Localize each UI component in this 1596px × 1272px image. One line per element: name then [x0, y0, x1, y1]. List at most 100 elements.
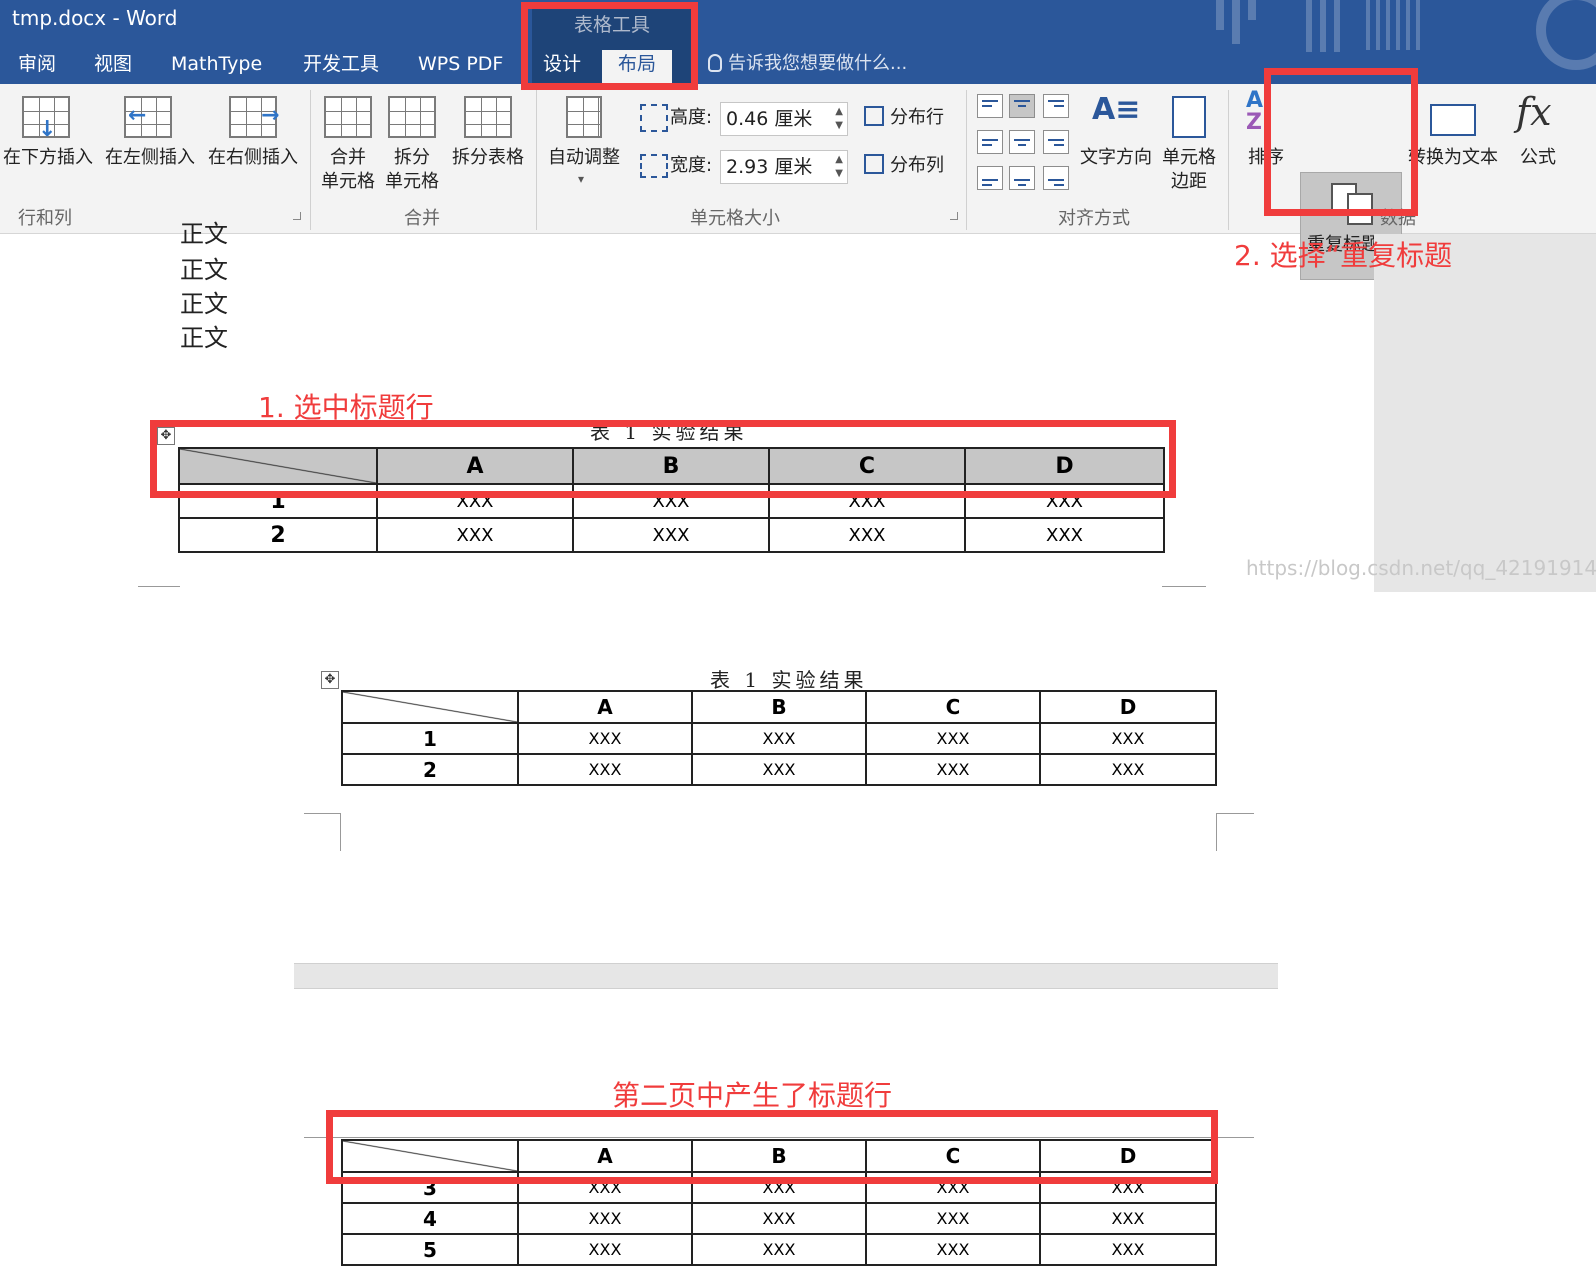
row-id-cell[interactable]: 1: [341, 722, 519, 755]
page-corner-mark: [138, 586, 180, 592]
table-cell[interactable]: XXX: [865, 722, 1041, 755]
document-background: [1374, 234, 1596, 592]
table-cell[interactable]: XXX: [517, 1202, 693, 1235]
split-table-button[interactable]: 拆分表格: [446, 90, 530, 170]
table-cell[interactable]: XXX: [691, 1233, 867, 1266]
table-cell[interactable]: XXX: [376, 517, 574, 553]
insert-below-icon: ↓: [22, 96, 70, 141]
table-cell[interactable]: XXX: [1039, 1202, 1217, 1235]
highlight-box-table-tools: [521, 2, 698, 90]
merge-cells-button[interactable]: 合并 单元格: [318, 90, 378, 200]
header-cell[interactable]: A: [517, 690, 693, 724]
cell-margins-button[interactable]: 单元格 边距: [1158, 90, 1220, 200]
group-label-alignment: 对齐方式: [1058, 208, 1130, 229]
insert-left-button[interactable]: ← 在左侧插入: [100, 90, 200, 170]
highlight-box-repeat-header: [1264, 68, 1418, 216]
table-row[interactable]: 5 XXX XXX XXX XXX: [341, 1233, 1217, 1266]
align-bottom-center-button[interactable]: [1009, 166, 1035, 190]
autofit-button[interactable]: 自动调整 ▾: [542, 90, 626, 200]
align-top-left-button[interactable]: [977, 94, 1003, 118]
tell-me-box[interactable]: 告诉我您想要做什么...: [708, 50, 907, 78]
tab-review[interactable]: 审阅: [18, 50, 56, 84]
table-cell[interactable]: XXX: [1039, 722, 1217, 755]
table-row[interactable]: 4 XXX XXX XXX XXX: [341, 1202, 1217, 1235]
row-id-cell[interactable]: 5: [341, 1233, 519, 1266]
table-cell[interactable]: XXX: [691, 753, 867, 786]
tab-developer[interactable]: 开发工具: [303, 50, 379, 84]
table-cell[interactable]: XXX: [768, 517, 966, 553]
align-top-center-button[interactable]: [1009, 94, 1035, 118]
table-cell[interactable]: XXX: [964, 517, 1165, 553]
table-header-row[interactable]: A B C D: [341, 690, 1217, 724]
spinner-icon[interactable]: ▲ ▼: [835, 153, 843, 181]
insert-right-button[interactable]: → 在右侧插入: [203, 90, 303, 170]
results-table-preview[interactable]: A B C D 1 XXX XXX XXX XXX 2 XXX XXX XXX …: [341, 690, 1217, 786]
insert-below-button[interactable]: ↓ 在下方插入: [0, 90, 98, 170]
tab-view[interactable]: 视图: [94, 50, 132, 84]
align-bottom-right-button[interactable]: [1043, 166, 1069, 190]
align-middle-center-button[interactable]: [1009, 130, 1035, 154]
split-cells-button[interactable]: 拆分 单元格: [382, 90, 442, 200]
table-cell[interactable]: XXX: [691, 722, 867, 755]
header-cell[interactable]: D: [1039, 690, 1217, 724]
convert-to-text-button[interactable]: 转换为文本: [1404, 90, 1502, 170]
row-height-icon: [640, 104, 668, 132]
table-caption[interactable]: 表 1 实验结果: [710, 664, 867, 693]
align-middle-left-button[interactable]: [977, 130, 1003, 154]
row-id-cell[interactable]: 2: [341, 753, 519, 786]
diagonal-header-cell[interactable]: [341, 690, 519, 724]
table-move-handle-icon[interactable]: ✥: [321, 671, 339, 689]
group-label-merge: 合并: [404, 208, 440, 229]
highlight-box-repeated-header: [326, 1110, 1218, 1184]
window-title: tmp.docx - Word: [12, 6, 178, 30]
text-direction-label: 文字方向: [1080, 147, 1152, 168]
table-cell[interactable]: XXX: [865, 1202, 1041, 1235]
highlight-box-header-row: [150, 420, 1176, 498]
lightbulb-icon: [708, 54, 722, 72]
align-bottom-left-button[interactable]: [977, 166, 1003, 190]
width-label: 宽度:: [670, 155, 713, 176]
distribute-rows-icon: [864, 106, 884, 126]
insert-left-label: 在左侧插入: [105, 147, 195, 168]
rows-cols-dialog-launcher-icon[interactable]: [293, 212, 301, 220]
watermark-text: https://blog.csdn.net/qq_42191914: [1246, 556, 1596, 580]
column-width-input[interactable]: 2.93 厘米 ▲ ▼: [720, 150, 848, 184]
tab-wps-pdf[interactable]: WPS PDF: [418, 50, 503, 84]
table-cell[interactable]: XXX: [1039, 753, 1217, 786]
table-cell[interactable]: XXX: [572, 517, 770, 553]
align-middle-right-button[interactable]: [1043, 130, 1069, 154]
row-height-input[interactable]: 0.46 厘米 ▲ ▼: [720, 102, 848, 136]
table-row[interactable]: 1 XXX XXX XXX XXX: [341, 722, 1217, 755]
tab-mathtype[interactable]: MathType: [171, 50, 262, 84]
table-cell[interactable]: XXX: [517, 753, 693, 786]
table-cell[interactable]: XXX: [1039, 1233, 1217, 1266]
align-top-right-button[interactable]: [1043, 94, 1069, 118]
table-row[interactable]: 2 XXX XXX XXX XXX: [341, 753, 1217, 786]
distribute-rows-button[interactable]: 分布行: [864, 106, 944, 130]
body-text-line[interactable]: 正文: [180, 284, 228, 319]
row-id-cell[interactable]: 4: [341, 1202, 519, 1235]
header-cell[interactable]: B: [691, 690, 867, 724]
table-cell[interactable]: XXX: [865, 753, 1041, 786]
row-id-cell[interactable]: 2: [178, 517, 378, 553]
text-direction-button[interactable]: A≡ 文字方向: [1076, 90, 1156, 170]
table-cell[interactable]: XXX: [517, 722, 693, 755]
body-text-line[interactable]: 正文: [180, 250, 228, 285]
autofit-label: 自动调整: [548, 147, 620, 168]
group-separator: [310, 90, 311, 230]
split-cells-label-1: 拆分: [394, 147, 430, 168]
body-text-line[interactable]: 正文: [180, 214, 228, 249]
sort-az-icon: AZ: [1246, 88, 1264, 135]
distribute-cols-button[interactable]: 分布列: [864, 154, 944, 178]
header-cell[interactable]: C: [865, 690, 1041, 724]
page-corner-mark: [1162, 586, 1206, 592]
cell-size-dialog-launcher-icon[interactable]: [950, 212, 958, 220]
table-row[interactable]: 2 XXX XXX XXX XXX: [178, 517, 1165, 553]
group-separator: [536, 90, 537, 230]
spinner-icon[interactable]: ▲ ▼: [835, 105, 843, 133]
formula-button[interactable]: fx 公式: [1510, 90, 1566, 170]
table-cell[interactable]: XXX: [691, 1202, 867, 1235]
table-cell[interactable]: XXX: [517, 1233, 693, 1266]
body-text-line[interactable]: 正文: [180, 318, 228, 353]
table-cell[interactable]: XXX: [865, 1233, 1041, 1266]
